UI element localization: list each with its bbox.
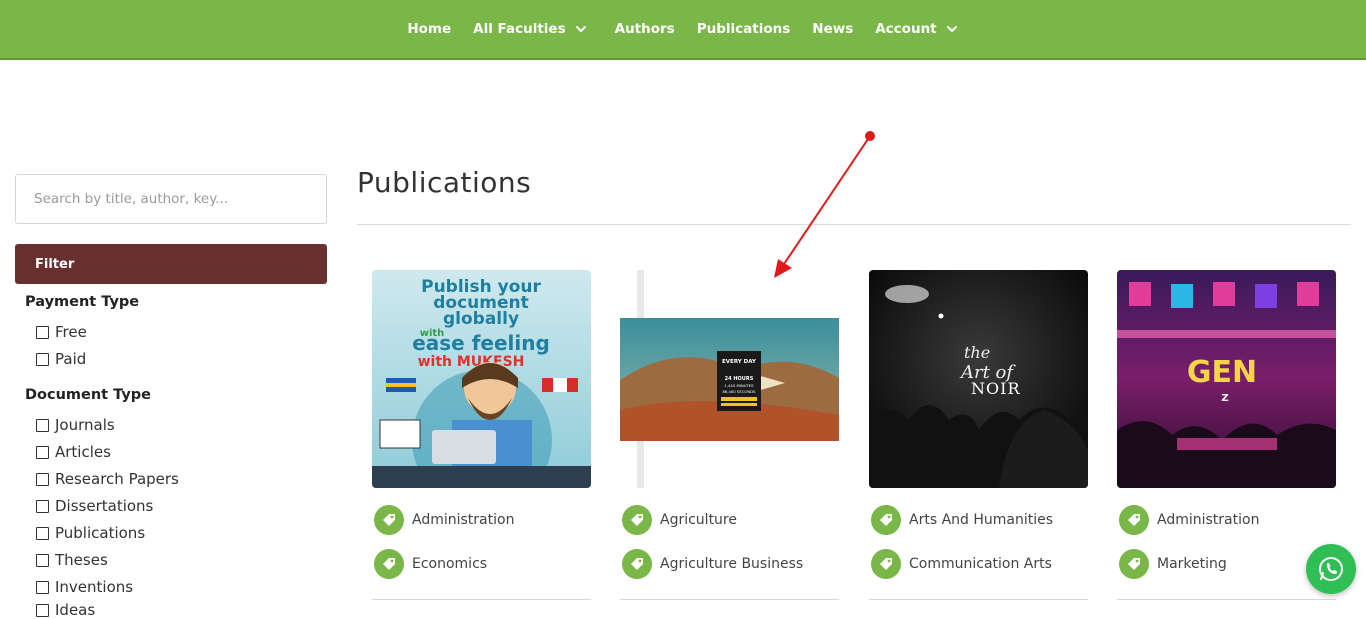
checkbox-icon[interactable] bbox=[36, 526, 49, 540]
filter-option-label: Theses bbox=[55, 551, 108, 569]
cover-text: NOIR bbox=[971, 379, 1020, 398]
filter-option-articles[interactable]: Articles bbox=[36, 443, 111, 461]
category-tag-label: Communication Arts bbox=[909, 556, 1052, 572]
publication-cover-image[interactable]: Publish your document globally with ease… bbox=[372, 270, 591, 488]
checkbox-icon[interactable] bbox=[36, 499, 49, 513]
chevron-down-icon bbox=[946, 26, 957, 32]
filter-option-label: Paid bbox=[55, 350, 87, 368]
cover-text: GEN bbox=[1187, 355, 1257, 390]
category-tag-label: Administration bbox=[412, 512, 515, 528]
category-tag[interactable]: Economics bbox=[374, 549, 487, 579]
filter-option-label: Journals bbox=[55, 416, 115, 434]
cover-text: EVERY DAY bbox=[722, 359, 757, 365]
nav-home[interactable]: Home bbox=[407, 21, 451, 37]
filter-option-label: Dissertations bbox=[55, 497, 154, 515]
category-tag-label: Arts And Humanities bbox=[909, 512, 1054, 528]
chevron-down-icon bbox=[575, 26, 586, 32]
nav-publications[interactable]: Publications bbox=[697, 21, 791, 37]
filter-option-label: Publications bbox=[55, 524, 146, 542]
filter-option-label: Ideas bbox=[55, 601, 96, 619]
filter-option-publications[interactable]: Publications bbox=[36, 524, 145, 542]
filter-button[interactable]: Filter bbox=[15, 244, 327, 284]
category-tag-label: Administration bbox=[1157, 512, 1260, 528]
title-divider bbox=[357, 224, 1351, 225]
card-divider bbox=[372, 599, 591, 600]
whatsapp-icon bbox=[1319, 556, 1343, 582]
checkbox-icon[interactable] bbox=[36, 418, 49, 432]
tag-icon bbox=[1119, 505, 1149, 535]
filter-option-label: Inventions bbox=[55, 578, 134, 596]
category-tag[interactable]: Arts And Humanities bbox=[871, 505, 1053, 535]
category-tag[interactable]: Agriculture Business bbox=[622, 549, 803, 579]
category-tag[interactable]: Administration bbox=[1119, 505, 1259, 535]
category-tag[interactable]: Communication Arts bbox=[871, 549, 1052, 579]
tag-icon bbox=[871, 549, 901, 579]
filter-option-journals[interactable]: Journals bbox=[36, 416, 115, 434]
publication-cover-image[interactable]: the Art of NOIR bbox=[869, 270, 1088, 488]
cover-text: 86,400 SECONDS bbox=[722, 389, 756, 394]
tag-icon bbox=[374, 505, 404, 535]
category-tag[interactable]: Agriculture bbox=[622, 505, 737, 535]
category-tag[interactable]: Marketing bbox=[1119, 549, 1227, 579]
filter-option-research-papers[interactable]: Research Papers bbox=[36, 470, 179, 488]
filter-option-inventions[interactable]: Inventions bbox=[36, 578, 133, 596]
filter-option-paid[interactable]: Paid bbox=[36, 350, 86, 368]
nav-all-faculties-label: All Faculties bbox=[473, 21, 566, 37]
top-navigation-bar: Home All Faculties Authors Publications … bbox=[0, 0, 1366, 60]
whatsapp-chat-button[interactable] bbox=[1306, 544, 1356, 594]
filter-option-label: Articles bbox=[55, 443, 111, 461]
nav-authors[interactable]: Authors bbox=[615, 21, 675, 37]
checkbox-icon[interactable] bbox=[36, 472, 49, 486]
category-tag-label: Economics bbox=[412, 556, 488, 572]
nav-all-faculties[interactable]: All Faculties bbox=[473, 21, 587, 37]
card-divider bbox=[1117, 599, 1336, 600]
filter-option-ideas[interactable]: Ideas bbox=[36, 601, 95, 619]
category-tag-label: Marketing bbox=[1157, 556, 1227, 572]
checkbox-icon[interactable] bbox=[36, 580, 49, 594]
tag-icon bbox=[622, 505, 652, 535]
page-title: Publications bbox=[357, 166, 532, 199]
card-divider bbox=[620, 599, 839, 600]
nav-account-label: Account bbox=[875, 21, 937, 37]
cover-text: the bbox=[964, 343, 990, 362]
tag-icon bbox=[871, 505, 901, 535]
document-type-heading: Document Type bbox=[25, 387, 151, 403]
cover-text: 24 HOURS bbox=[725, 376, 754, 382]
nav-authors-label: Authors bbox=[614, 21, 675, 37]
filter-option-free[interactable]: Free bbox=[36, 323, 87, 341]
nav-account[interactable]: Account bbox=[875, 21, 958, 37]
checkbox-icon[interactable] bbox=[36, 553, 49, 567]
filter-button-label: Filter bbox=[35, 256, 75, 272]
cover-text: with MUKESH bbox=[418, 354, 525, 370]
filter-option-theses[interactable]: Theses bbox=[36, 551, 108, 569]
publication-cover-image[interactable]: GEN Z bbox=[1117, 270, 1336, 488]
nav-publications-label: Publications bbox=[696, 21, 791, 37]
publication-cover-image[interactable]: EVERY DAY 24 HOURS 1,440 MINUTES 86,400 … bbox=[620, 270, 839, 488]
cover-text: ease feeling bbox=[412, 331, 550, 355]
nav-home-label: Home bbox=[407, 21, 452, 37]
tag-icon bbox=[1119, 549, 1149, 579]
main-nav: Home All Faculties Authors Publications … bbox=[0, 0, 1366, 58]
category-tag[interactable]: Administration bbox=[374, 505, 514, 535]
nav-news[interactable]: News bbox=[812, 21, 853, 37]
category-tag-label: Agriculture bbox=[660, 512, 737, 528]
cover-text: 1,440 MINUTES bbox=[724, 383, 754, 388]
cover-text: Z bbox=[1221, 393, 1228, 404]
search-input[interactable] bbox=[15, 174, 327, 224]
checkbox-icon[interactable] bbox=[36, 352, 49, 366]
category-tag-label: Agriculture Business bbox=[660, 556, 804, 572]
cover-text: globally bbox=[443, 309, 519, 329]
filter-option-label: Free bbox=[55, 323, 87, 341]
card-divider bbox=[869, 599, 1088, 600]
filter-option-dissertations[interactable]: Dissertations bbox=[36, 497, 153, 515]
nav-news-label: News bbox=[812, 21, 854, 37]
checkbox-icon[interactable] bbox=[36, 445, 49, 459]
tag-icon bbox=[374, 549, 404, 579]
tag-icon bbox=[622, 549, 652, 579]
filter-option-label: Research Papers bbox=[55, 470, 179, 488]
checkbox-icon[interactable] bbox=[36, 325, 49, 339]
payment-type-heading: Payment Type bbox=[25, 294, 140, 310]
